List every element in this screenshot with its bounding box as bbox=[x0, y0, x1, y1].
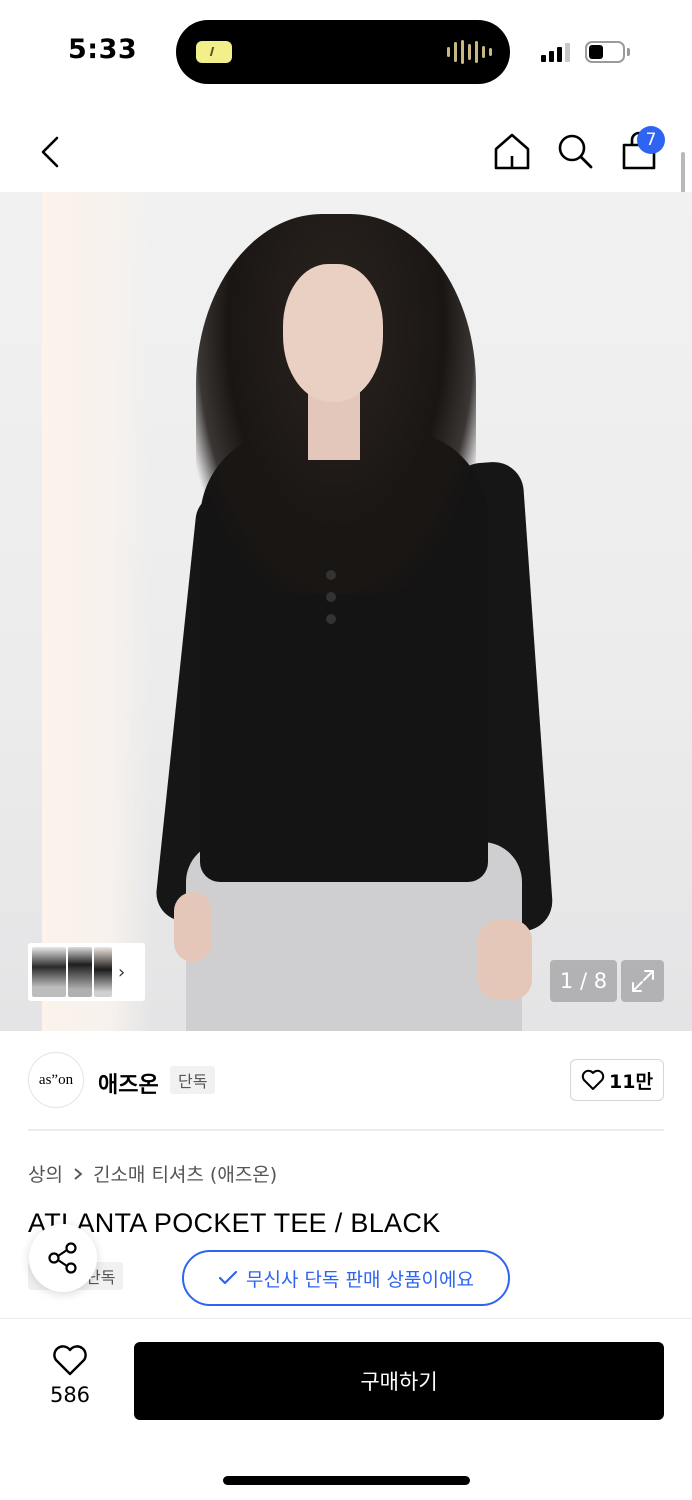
product-title: ATLANTA POCKET TEE / BLACK bbox=[28, 1208, 441, 1238]
model-hand-right bbox=[478, 920, 532, 1000]
home-indicator[interactable] bbox=[223, 1476, 470, 1485]
status-time: 5:33 bbox=[68, 34, 138, 65]
buy-button[interactable]: 구매하기 bbox=[134, 1342, 664, 1420]
thumbnail-strip[interactable]: › bbox=[28, 943, 145, 1001]
shirt-button bbox=[326, 592, 336, 602]
exclusive-notice-button[interactable]: 무신사 단독 판매 상품이에요 bbox=[182, 1250, 510, 1306]
signal-icon bbox=[541, 42, 570, 62]
model-face bbox=[283, 264, 383, 402]
chevron-right-icon bbox=[74, 1167, 83, 1180]
bottom-action-bar: 586 구매하기 bbox=[0, 1318, 692, 1500]
back-button[interactable] bbox=[28, 130, 72, 174]
audio-wave-icon bbox=[447, 40, 492, 64]
breadcrumb: 상의 긴소매 티셔츠 (애즈온) bbox=[28, 1160, 277, 1187]
expand-icon bbox=[631, 970, 654, 992]
brand-row: as”on 애즈온 단독 11만 bbox=[0, 1031, 692, 1131]
home-icon bbox=[494, 133, 530, 170]
top-nav bbox=[0, 110, 692, 190]
thumbnail-2[interactable] bbox=[68, 947, 92, 997]
cart-count-badge: 7 bbox=[637, 126, 665, 154]
divider bbox=[28, 1129, 664, 1131]
island-app-icon bbox=[196, 41, 232, 63]
breadcrumb-item-category[interactable]: 상의 bbox=[28, 1160, 63, 1187]
product-image[interactable] bbox=[0, 192, 692, 1031]
shirt-button bbox=[326, 614, 336, 624]
share-icon bbox=[48, 1242, 77, 1274]
chevron-left-icon bbox=[41, 136, 59, 168]
wishlist-count: 586 bbox=[49, 1383, 91, 1407]
brand-like-button[interactable]: 11만 bbox=[570, 1059, 664, 1101]
home-button[interactable] bbox=[489, 128, 535, 174]
wishlist-button[interactable]: 586 bbox=[30, 1345, 110, 1415]
expand-image-button[interactable] bbox=[621, 960, 664, 1002]
search-icon bbox=[558, 134, 593, 169]
model-hand-left bbox=[174, 892, 212, 962]
brand-name[interactable]: 애즈온 bbox=[98, 1067, 159, 1099]
brand-like-count: 11만 bbox=[609, 1070, 653, 1093]
brand-exclusive-tag: 단독 bbox=[170, 1066, 216, 1094]
battery-icon bbox=[585, 41, 625, 63]
search-button[interactable] bbox=[552, 128, 598, 174]
thumbnail-next-icon[interactable]: › bbox=[118, 962, 125, 983]
share-button[interactable] bbox=[29, 1224, 97, 1292]
status-bar: 5:33 bbox=[0, 0, 692, 100]
shirt-button bbox=[326, 570, 336, 580]
dynamic-island bbox=[176, 20, 510, 84]
breadcrumb-item-subcategory[interactable]: 긴소매 티셔츠 (애즈온) bbox=[93, 1160, 277, 1187]
heart-icon bbox=[581, 1069, 605, 1090]
background-light bbox=[42, 192, 152, 1031]
check-icon bbox=[218, 1270, 238, 1285]
heart-icon bbox=[53, 1345, 87, 1376]
battery-tip bbox=[627, 48, 630, 56]
thumbnail-1[interactable] bbox=[32, 947, 66, 997]
thumbnail-3[interactable] bbox=[94, 947, 112, 997]
exclusive-notice-text: 무신사 단독 판매 상품이에요 bbox=[246, 1268, 474, 1291]
brand-logo[interactable]: as”on bbox=[28, 1052, 84, 1108]
image-page-counter: 1 / 8 bbox=[550, 960, 617, 1002]
